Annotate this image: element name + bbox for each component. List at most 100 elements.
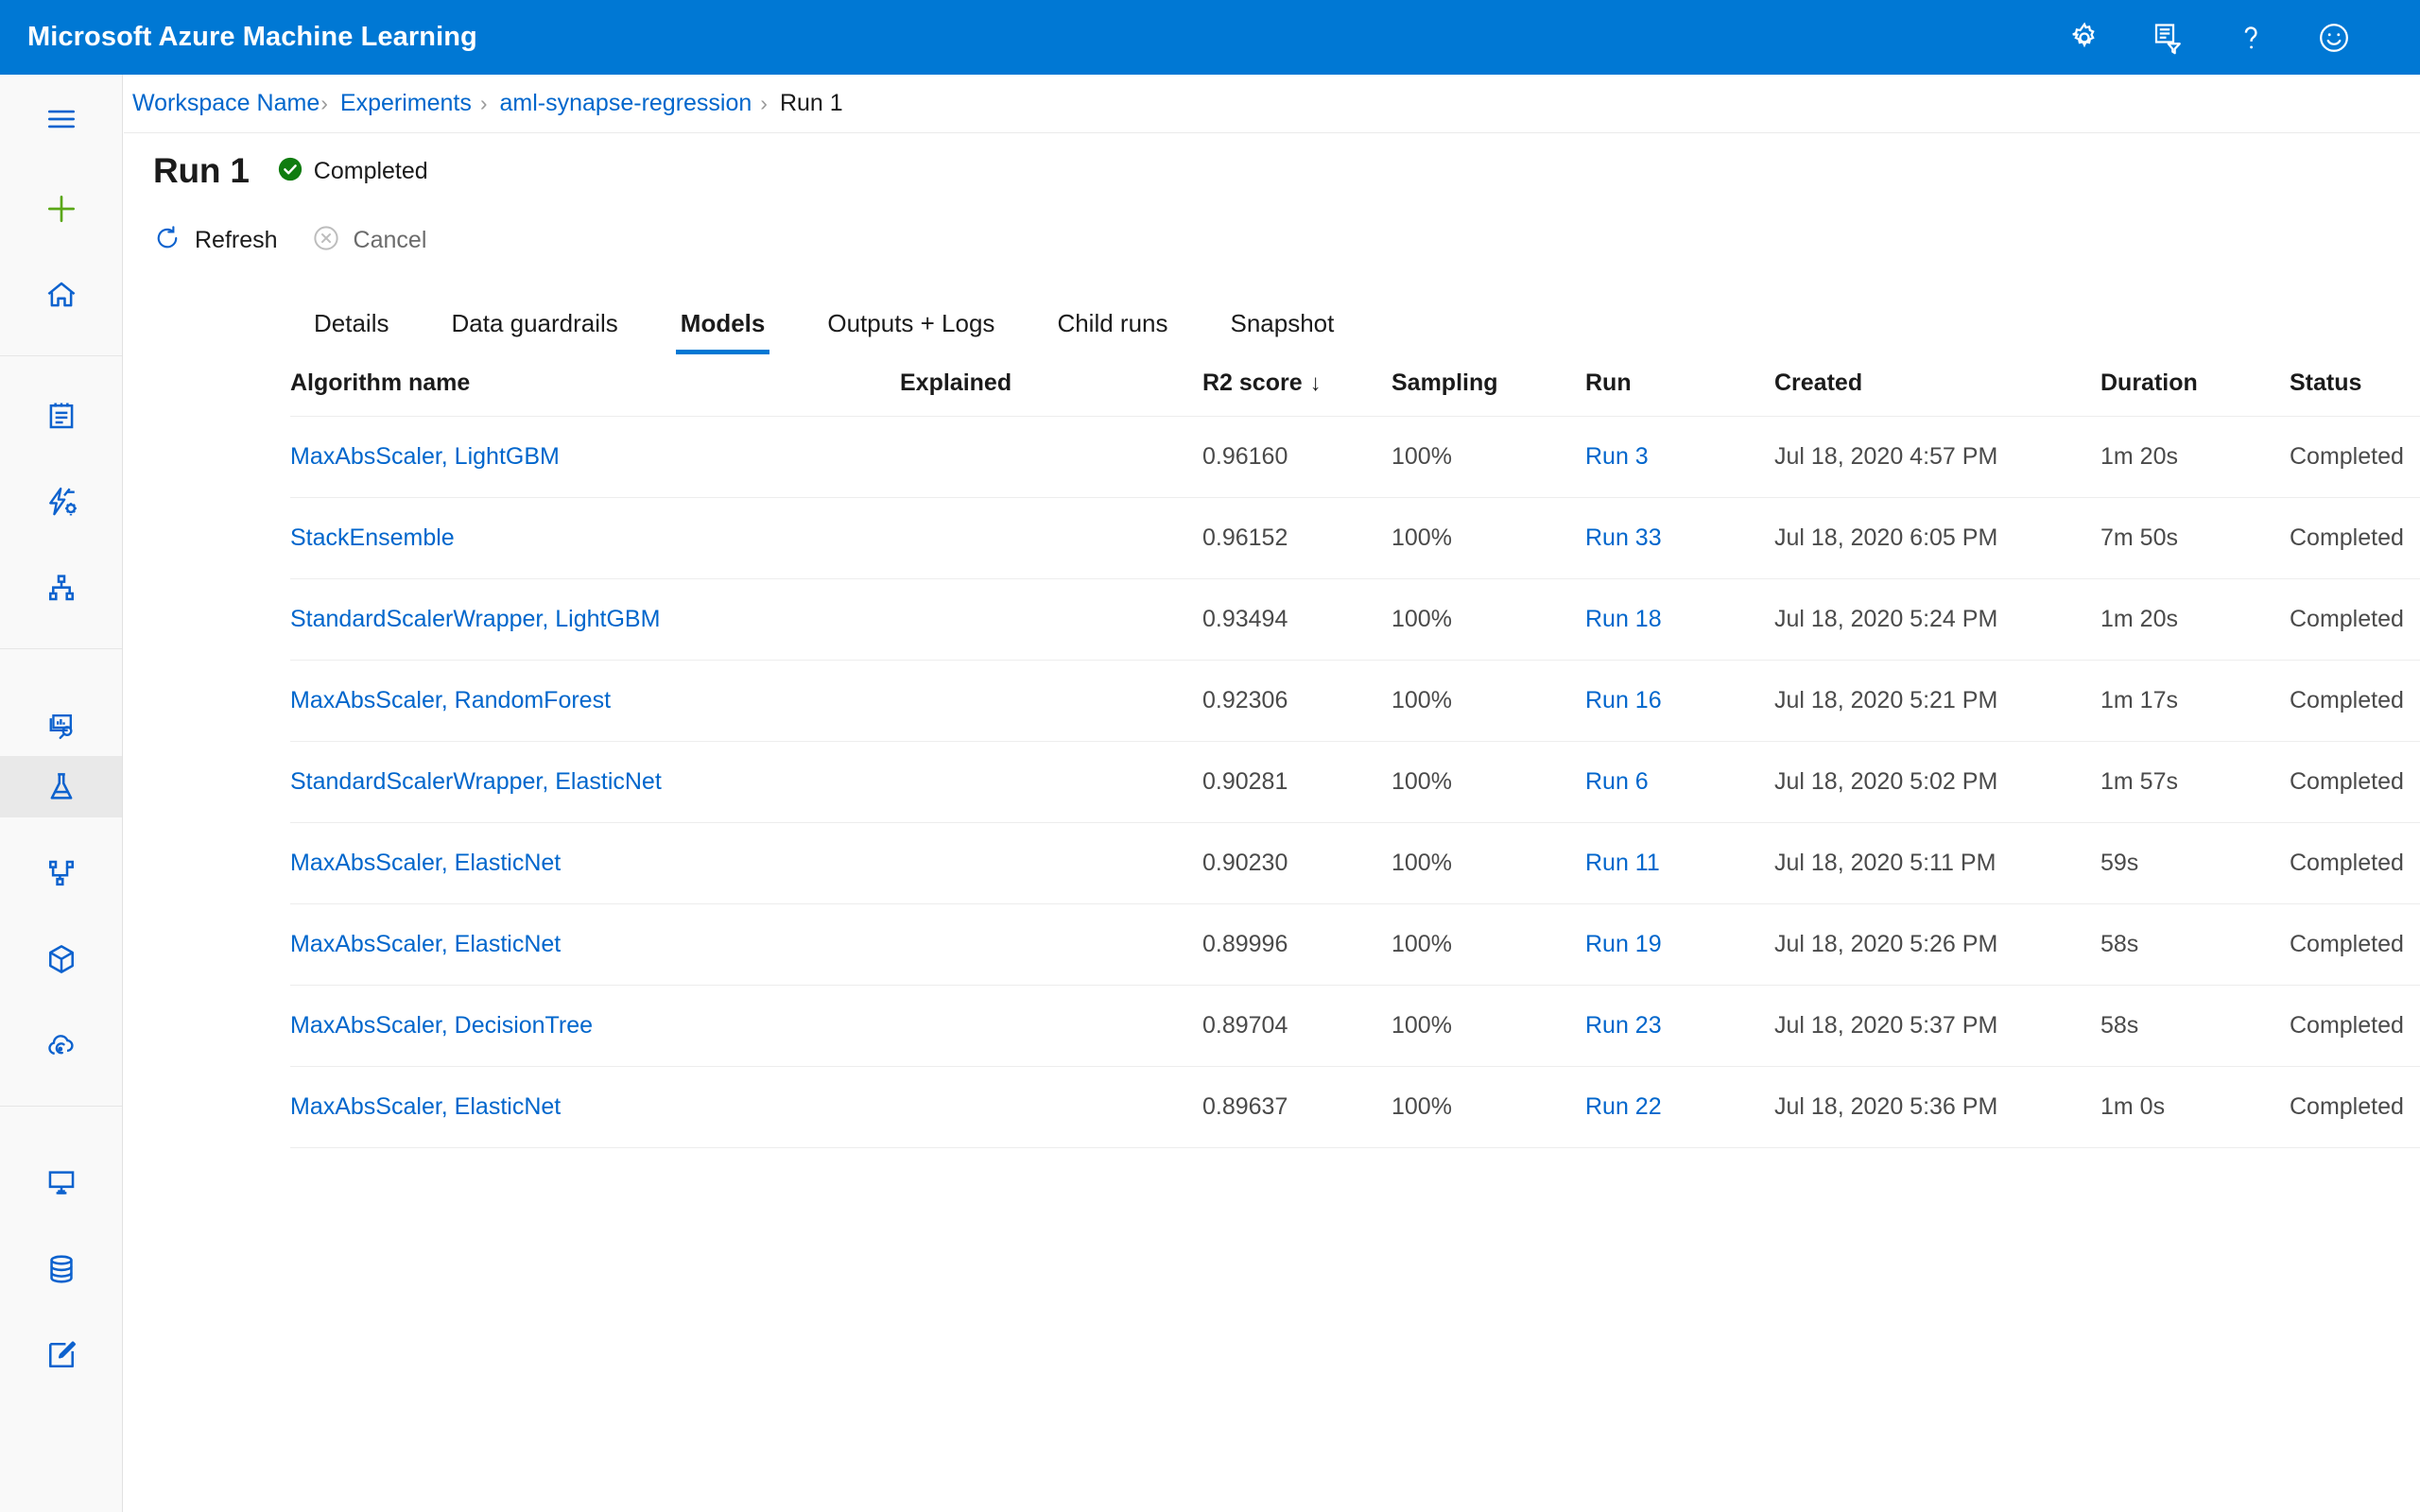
new-plus-icon[interactable] [0, 178, 122, 239]
tab-outputs-logs[interactable]: Outputs + Logs [822, 309, 999, 354]
table-row[interactable]: MaxAbsScaler, ElasticNet 0.90230 100% Run 1… [290, 822, 2420, 904]
sidebar-item-experiments[interactable] [0, 756, 122, 817]
algorithm-link[interactable]: MaxAbsScaler, ElasticNet [290, 850, 561, 876]
run-link[interactable]: Run 16 [1585, 687, 1662, 713]
breadcrumb-item-workspace[interactable]: Workspace Name [132, 90, 320, 117]
table-row[interactable]: StackEnsemble 0.96152 100% Run 33 Jul 18, 20… [290, 497, 2420, 579]
cell-algorithm[interactable]: StandardScalerWrapper, LightGBM [290, 578, 900, 661]
endpoints-cloud-icon[interactable] [0, 1014, 122, 1075]
compute-monitor-icon[interactable] [0, 1152, 122, 1213]
tab-details[interactable]: Details [309, 309, 393, 354]
run-link[interactable]: Run 22 [1585, 1093, 1662, 1120]
cell-duration: 7m 50s [2100, 497, 2290, 579]
cell-run[interactable]: Run 6 [1585, 741, 1774, 823]
automated-ml-icon[interactable] [0, 471, 122, 532]
cell-algorithm[interactable]: MaxAbsScaler, ElasticNet [290, 822, 900, 904]
cell-run[interactable]: Run 18 [1585, 578, 1774, 661]
run-link[interactable]: Run 19 [1585, 931, 1662, 957]
header-actions [2063, 16, 2356, 60]
cancel-button[interactable]: Cancel [312, 224, 426, 257]
home-icon[interactable] [0, 264, 122, 325]
column-header-label: Run [1585, 369, 1632, 396]
gear-icon[interactable] [2063, 16, 2106, 60]
cell-run[interactable]: Run 16 [1585, 660, 1774, 742]
column-header-created[interactable]: Created [1774, 369, 2100, 417]
run-link[interactable]: Run 23 [1585, 1012, 1662, 1039]
activity-log-icon[interactable] [2146, 16, 2189, 60]
algorithm-link[interactable]: StackEnsemble [290, 524, 455, 551]
table-row[interactable]: MaxAbsScaler, ElasticNet 0.89637 100% Run 2… [290, 1066, 2420, 1148]
cell-explained [900, 416, 1202, 498]
cell-algorithm[interactable]: MaxAbsScaler, LightGBM [290, 416, 900, 498]
table-body: MaxAbsScaler, LightGBM 0.96160 100% Run 3 Ju… [290, 416, 2420, 1148]
data-labeling-icon[interactable] [0, 1324, 122, 1385]
cell-run[interactable]: Run 22 [1585, 1066, 1774, 1148]
tab-models[interactable]: Models [675, 309, 770, 354]
cell-value: Jul 18, 2020 5:37 PM [1774, 1012, 1998, 1039]
algorithm-link[interactable]: MaxAbsScaler, DecisionTree [290, 1012, 593, 1039]
column-header-status[interactable]: Status [2290, 369, 2420, 417]
cell-value: 0.96160 [1202, 443, 1288, 470]
table-row[interactable]: StandardScalerWrapper, ElasticNet 0.90281… [290, 741, 2420, 823]
table-row[interactable]: MaxAbsScaler, DecisionTree 0.89704 100% Run… [290, 985, 2420, 1067]
notebooks-icon[interactable] [0, 385, 122, 446]
table-row[interactable]: StandardScalerWrapper, LightGBM 0.93494 10… [290, 578, 2420, 661]
algorithm-link[interactable]: MaxAbsScaler, RandomForest [290, 687, 611, 713]
models-table: Algorithm name Explained R2 score ↓ Sampl… [290, 369, 2420, 1148]
table-row[interactable]: MaxAbsScaler, RandomForest 0.92306 100% Run… [290, 660, 2420, 742]
column-header-run[interactable]: Run [1585, 369, 1774, 417]
pipelines-icon[interactable] [0, 842, 122, 903]
feedback-smiley-icon[interactable] [2312, 16, 2356, 60]
column-header-r2-score[interactable]: R2 score ↓ [1202, 369, 1392, 417]
tab-bar: Details Data guardrails Models Outputs +… [124, 283, 2420, 354]
designer-icon[interactable] [0, 557, 122, 618]
rail-group-authoring [0, 356, 122, 649]
tab-child-runs[interactable]: Child runs [1052, 309, 1172, 354]
cell-algorithm[interactable]: MaxAbsScaler, ElasticNet [290, 903, 900, 986]
breadcrumb-item-experiments[interactable]: Experiments [340, 90, 472, 117]
algorithm-link[interactable]: StandardScalerWrapper, ElasticNet [290, 768, 662, 795]
hamburger-menu-icon[interactable] [0, 88, 122, 149]
help-icon[interactable] [2229, 16, 2273, 60]
cell-duration: 1m 0s [2100, 1066, 2290, 1148]
cell-run[interactable]: Run 33 [1585, 497, 1774, 579]
algorithm-link[interactable]: StandardScalerWrapper, LightGBM [290, 606, 660, 632]
column-header-explained[interactable]: Explained [900, 369, 1202, 417]
algorithm-link[interactable]: MaxAbsScaler, LightGBM [290, 443, 560, 470]
cell-run[interactable]: Run 19 [1585, 903, 1774, 986]
cell-algorithm[interactable]: StandardScalerWrapper, ElasticNet [290, 741, 900, 823]
cell-duration: 58s [2100, 903, 2290, 986]
column-header-sampling[interactable]: Sampling [1392, 369, 1585, 417]
cell-run[interactable]: Run 11 [1585, 822, 1774, 904]
cell-explained [900, 578, 1202, 661]
cell-algorithm[interactable]: MaxAbsScaler, DecisionTree [290, 985, 900, 1067]
run-link[interactable]: Run 18 [1585, 606, 1662, 632]
cell-run[interactable]: Run 23 [1585, 985, 1774, 1067]
column-header-algorithm-name[interactable]: Algorithm name [290, 369, 900, 417]
run-link[interactable]: Run 33 [1585, 524, 1662, 551]
cell-algorithm[interactable]: MaxAbsScaler, RandomForest [290, 660, 900, 742]
refresh-button[interactable]: Refresh [153, 224, 278, 257]
datastores-icon[interactable] [0, 1238, 122, 1299]
run-link[interactable]: Run 6 [1585, 768, 1649, 795]
algorithm-link[interactable]: MaxAbsScaler, ElasticNet [290, 931, 561, 957]
cell-run[interactable]: Run 3 [1585, 416, 1774, 498]
cell-algorithm[interactable]: MaxAbsScaler, ElasticNet [290, 1066, 900, 1148]
cell-algorithm[interactable]: StackEnsemble [290, 497, 900, 579]
cell-value: 1m 20s [2100, 606, 2178, 632]
cell-explained [900, 903, 1202, 986]
table-header: Algorithm name Explained R2 score ↓ Sampl… [290, 369, 2420, 417]
column-header-duration[interactable]: Duration [2100, 369, 2290, 417]
run-link[interactable]: Run 3 [1585, 443, 1649, 470]
main-content: Workspace Name › Experiments › aml-synap… [124, 75, 2420, 1512]
cell-value: Completed [2290, 768, 2404, 795]
models-cube-icon[interactable] [0, 928, 122, 989]
run-link[interactable]: Run 11 [1585, 850, 1660, 876]
table-row[interactable]: MaxAbsScaler, ElasticNet 0.89996 100% Run 1… [290, 903, 2420, 986]
tab-snapshot[interactable]: Snapshot [1226, 309, 1340, 354]
tab-data-guardrails[interactable]: Data guardrails [446, 309, 622, 354]
breadcrumb-item-experiment-name[interactable]: aml-synapse-regression [500, 90, 752, 117]
datasets-explore-icon[interactable] [0, 695, 122, 756]
table-row[interactable]: MaxAbsScaler, LightGBM 0.96160 100% Run 3 Ju… [290, 416, 2420, 498]
algorithm-link[interactable]: MaxAbsScaler, ElasticNet [290, 1093, 561, 1120]
